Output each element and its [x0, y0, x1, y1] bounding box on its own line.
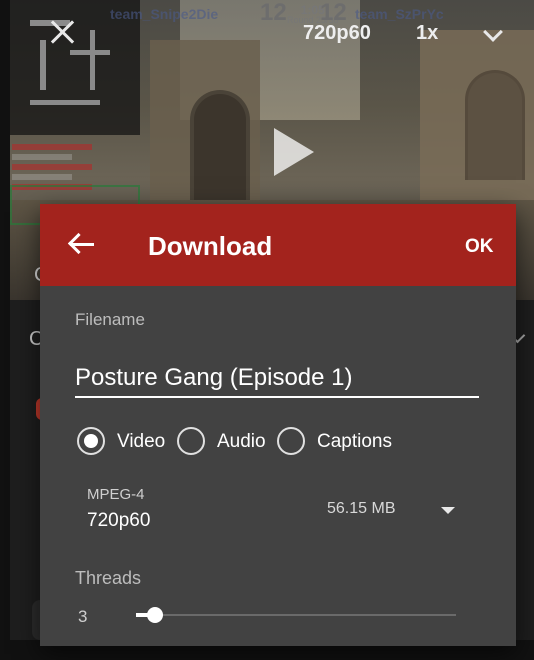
quality-button[interactable]: 720p60	[303, 22, 371, 45]
radio-captions-indicator	[277, 427, 305, 455]
threads-label: Threads	[75, 568, 142, 588]
slider-track	[136, 614, 456, 616]
play-icon[interactable]	[274, 128, 314, 176]
radio-audio-label: Audio	[217, 431, 266, 452]
format-resolution: 720p60	[87, 510, 151, 531]
threads-slider[interactable]	[136, 604, 456, 628]
filename-label: Filename	[75, 310, 145, 329]
close-icon[interactable]	[50, 20, 74, 44]
ok-button[interactable]: OK	[465, 236, 494, 258]
slider-thumb[interactable]	[147, 607, 163, 623]
filename-input[interactable]	[75, 354, 479, 398]
player-top-bar: 720p60 1x	[0, 0, 534, 70]
format-container: MPEG-4	[87, 486, 145, 503]
chevron-down-icon[interactable]	[483, 22, 503, 42]
scene-archway	[190, 90, 250, 200]
dialog-header: Download OK	[40, 204, 516, 286]
dialog-title: Download	[148, 231, 273, 261]
scene-archway-right	[465, 70, 525, 180]
radio-audio-indicator	[177, 427, 205, 455]
back-arrow-icon[interactable]	[67, 232, 96, 258]
speed-button[interactable]: 1x	[416, 22, 438, 45]
radio-captions-label: Captions	[317, 431, 392, 452]
radio-video-indicator	[77, 427, 105, 455]
format-selector[interactable]: MPEG-4 720p60 56.15 MB	[75, 482, 485, 538]
radio-video-label: Video	[117, 431, 166, 452]
format-size: 56.15 MB	[327, 500, 396, 517]
download-dialog: Download OK Filename Video Audio Caption…	[40, 204, 516, 646]
dropdown-arrow-icon	[441, 507, 455, 514]
threads-value: 3	[78, 607, 88, 626]
